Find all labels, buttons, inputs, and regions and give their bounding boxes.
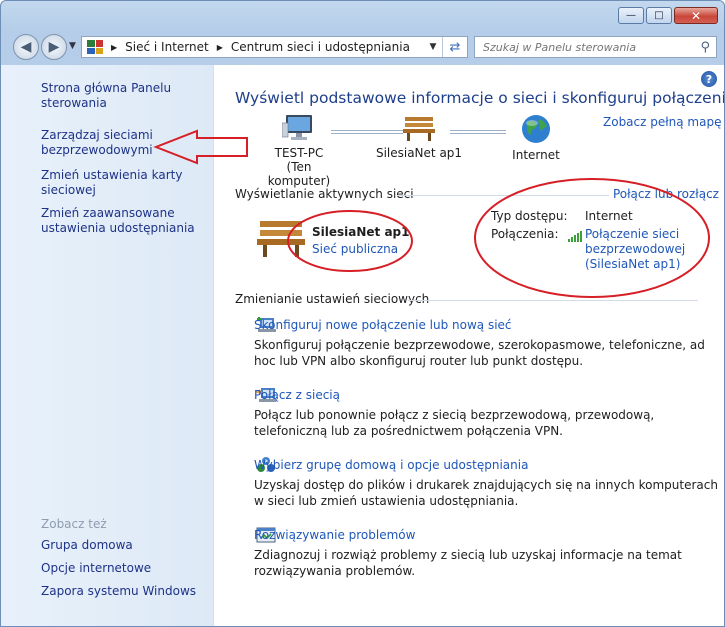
red-ellipse-network [287,210,413,272]
red-arrow-icon [153,129,248,165]
red-annotation-overlay [153,129,710,298]
control-panel-window: — □ ✕ ◀ ▶ ▼ ▶ Sieć i Internet ▶ Centrum … [0,0,725,627]
red-ellipse-connection [474,178,710,298]
